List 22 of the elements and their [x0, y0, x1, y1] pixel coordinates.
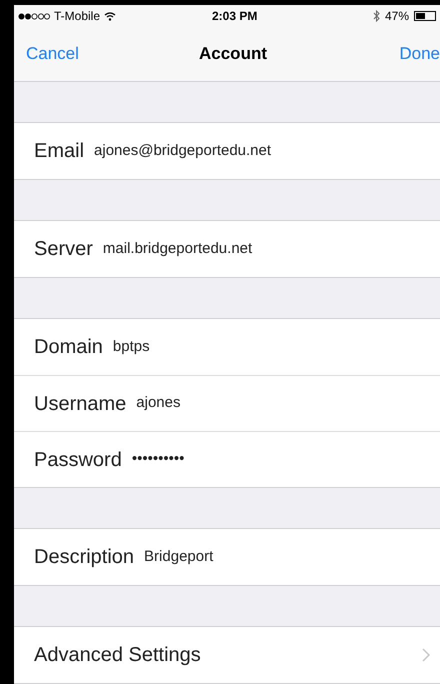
field-label: Username — [34, 392, 126, 416]
field-label: Email — [34, 139, 84, 164]
battery-percent: 47% — [384, 8, 409, 25]
input-field[interactable]: bptps — [112, 336, 150, 358]
nav-title: Account — [199, 43, 267, 66]
advanced-settings-row[interactable]: Advanced Settings — [14, 627, 440, 683]
input-field[interactable]: Bridgeport — [144, 546, 214, 568]
input-field[interactable]: mail.bridgeportedu.net — [102, 238, 252, 260]
field-label: Description — [34, 545, 134, 570]
signal-icon — [18, 12, 50, 20]
input-field[interactable]: •••••••••• — [132, 448, 184, 471]
carrier-name: T-Mobile — [54, 8, 100, 25]
bluetooth-icon — [372, 10, 380, 22]
chevron-icon — [422, 648, 430, 662]
field-label: Domain — [34, 335, 103, 360]
input-field[interactable]: ajones — [136, 392, 180, 415]
input-field[interactable]: ajones@bridgeportedu.net — [94, 140, 272, 162]
wifi-icon — [104, 12, 116, 20]
field-label: Password — [34, 448, 122, 472]
battery-icon — [414, 11, 436, 21]
field-label: Server — [34, 237, 93, 262]
status-time: 2:03 PM — [212, 8, 258, 25]
